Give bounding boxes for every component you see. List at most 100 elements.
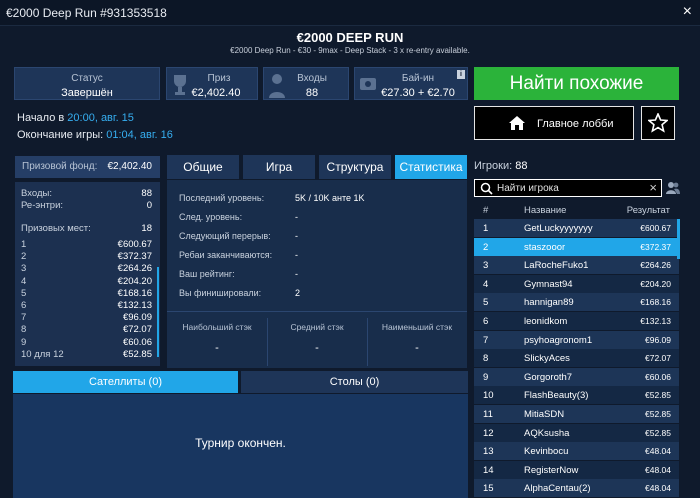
start-time: Начало в 20:00, авг. 15: [17, 112, 134, 124]
info-icon[interactable]: i: [457, 70, 465, 79]
close-icon[interactable]: ×: [683, 3, 692, 21]
players-scrollbar[interactable]: [677, 219, 680, 259]
payout-row: 7 €96.09: [21, 312, 152, 323]
player-rank: 8: [483, 353, 489, 365]
tab-game[interactable]: Игра: [243, 155, 315, 179]
player-name: leonidkom: [524, 316, 568, 327]
player-name: RegisterNow: [524, 464, 579, 476]
prize-box: Приз €2,402.40: [166, 67, 258, 100]
player-name: Gorgoroth7: [524, 371, 573, 383]
end-time: Окончание игры: 01:04, авг. 16: [17, 129, 173, 141]
player-name: MitiaSDN: [524, 409, 565, 420]
player-row[interactable]: 13 Kevinbocu €48.04: [474, 442, 679, 461]
status-value: Завершён: [61, 87, 113, 99]
main-lobby-label: Главное лобби: [537, 118, 614, 130]
payout-amount: €600.67: [117, 239, 152, 250]
player-prize: €48.04: [645, 483, 671, 494]
player-prize: €204.20: [640, 278, 671, 289]
buyin-value: €27.30 + €2.70: [381, 87, 455, 99]
player-name: LaRocheFuko1: [524, 260, 589, 272]
player-row[interactable]: 9 Gorgoroth7 €60.06: [474, 367, 679, 386]
tab-statistics[interactable]: Статистика: [395, 155, 467, 179]
player-prize: €132.13: [640, 316, 671, 326]
player-prize: €52.85: [645, 390, 671, 401]
player-row[interactable]: 3 LaRocheFuko1 €264.26: [474, 256, 679, 275]
clear-search-icon[interactable]: ×: [649, 180, 657, 195]
player-row[interactable]: 8 SlickyAces €72.07: [474, 349, 679, 368]
player-name: GetLuckyyyyyyy: [524, 223, 593, 234]
player-prize: €60.06: [645, 371, 671, 382]
tab-tables[interactable]: Столы (0): [241, 371, 468, 393]
prize-fund-bar: Призовой фонд: €2,402.40: [15, 156, 160, 178]
payout-amount: €204.20: [117, 275, 152, 287]
statistics-panel: Последний уровень: 5K / 10K анте 1K След…: [167, 180, 467, 368]
player-name: AlphaCentau(2): [524, 483, 591, 495]
reentries-row: Ре-энтри: 0: [21, 200, 152, 211]
friends-icon[interactable]: [666, 181, 680, 195]
player-rank: 3: [483, 260, 489, 272]
tab-satellites[interactable]: Сателлиты (0): [13, 371, 238, 393]
player-row[interactable]: 2 staszooor €372.37: [474, 237, 679, 256]
col-rank[interactable]: #: [483, 205, 488, 216]
end-time-value: 01:04: [106, 129, 134, 141]
stat-label: След. уровень:: [179, 212, 243, 222]
payout-row: 3 €264.26: [21, 263, 152, 274]
payout-amount: €132.13: [117, 300, 152, 311]
player-prize: €264.26: [640, 260, 671, 271]
stat-value: -: [295, 212, 298, 222]
col-prize[interactable]: Результат: [627, 205, 670, 216]
player-prize: €372.37: [640, 241, 671, 252]
payout-list[interactable]: 1 €600.67 2 €372.37 3 €264.26 4 €204.20 5 €168.16…: [15, 236, 160, 366]
player-prize: €600.67: [640, 223, 671, 233]
main-lobby-button[interactable]: Главное лобби: [474, 106, 634, 140]
player-row[interactable]: 4 Gymnast94 €204.20: [474, 274, 679, 293]
smallest-stack-value: -: [415, 342, 419, 354]
tab-structure[interactable]: Структура: [319, 155, 391, 179]
average-stack: Средний стэк -: [267, 322, 367, 364]
payout-scrollbar[interactable]: [157, 267, 159, 357]
start-date-value: , авг. 15: [94, 112, 134, 124]
end-label: Окончание игры:: [17, 129, 104, 141]
player-prize: €168.16: [640, 297, 671, 308]
payout-amount: €168.16: [117, 287, 152, 299]
entries-box: Входы 88: [263, 67, 349, 100]
end-date-value: , авг. 16: [133, 129, 173, 141]
player-rank: 13: [483, 446, 494, 458]
prize-fund-value: €2,402.40: [107, 161, 153, 172]
player-row[interactable]: 11 MitiaSDN €52.85: [474, 405, 679, 423]
player-row[interactable]: 1 GetLuckyyyyyyy €600.67: [474, 219, 679, 237]
find-similar-button[interactable]: Найти похожие: [474, 67, 679, 100]
player-row[interactable]: 5 hannigan89 €168.16: [474, 293, 679, 312]
payout-place: 8: [21, 324, 27, 336]
payout-row: 5 €168.16: [21, 288, 152, 299]
places-label: Призовых мест:: [21, 223, 91, 234]
player-rank: 11: [483, 409, 493, 420]
player-row[interactable]: 14 RegisterNow €48.04: [474, 460, 679, 479]
entries-row: Входы: 88: [21, 188, 152, 199]
window-title: €2000 Deep Run #931353518: [6, 6, 167, 20]
payout-row: 1 €600.67: [21, 239, 152, 250]
payout-amount: €72.07: [122, 324, 152, 336]
col-name[interactable]: Название: [524, 205, 566, 216]
player-row[interactable]: 15 AlphaCentau(2) €48.04: [474, 479, 679, 498]
payout-place: 9: [21, 336, 27, 348]
player-row[interactable]: 12 AQKsusha €52.85: [474, 423, 679, 442]
player-prize: €48.04: [645, 464, 671, 475]
smallest-stack-label: Наименьший стэк: [381, 322, 453, 332]
player-row[interactable]: 6 leonidkom €132.13: [474, 312, 679, 330]
player-prize: €48.04: [645, 446, 671, 457]
search-input[interactable]: Найти игрока: [497, 183, 559, 194]
player-name: SlickyAces: [524, 353, 570, 365]
player-name: staszooor: [524, 241, 566, 253]
player-prize: €52.85: [645, 427, 671, 438]
favorite-button[interactable]: [641, 106, 675, 140]
search-icon: [480, 182, 493, 195]
star-icon: [648, 113, 668, 133]
player-row[interactable]: 10 FlashBeauty(3) €52.85: [474, 386, 679, 405]
player-row[interactable]: 7 psyhoagronom1 €96.09: [474, 330, 679, 349]
player-name: Gymnast94: [524, 278, 573, 290]
stat-label: Ваш рейтинг:: [179, 269, 235, 279]
player-search[interactable]: Найти игрока ×: [474, 179, 662, 197]
payout-row: 6 €132.13: [21, 300, 152, 311]
tab-general[interactable]: Общие: [167, 155, 239, 179]
